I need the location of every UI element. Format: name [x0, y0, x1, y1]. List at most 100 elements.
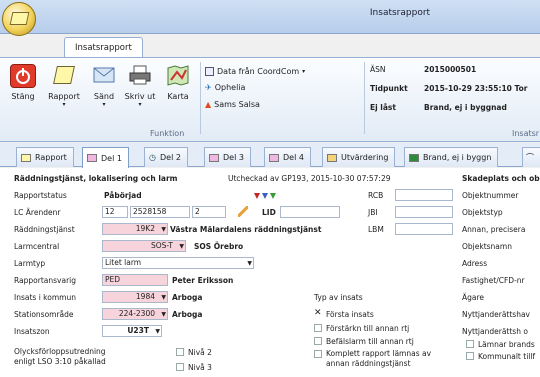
insats-kommun-select[interactable]: 1984 ▼: [102, 291, 168, 303]
table-icon: [205, 67, 214, 76]
map-button[interactable]: Karta: [162, 64, 194, 101]
tab-label: Utvärdering: [341, 153, 389, 162]
chevron-down-icon: ▼: [161, 294, 166, 301]
tab-del-3[interactable]: Del 3: [204, 147, 251, 167]
typ-option-3-checkbox[interactable]: [314, 337, 322, 345]
lbm-field[interactable]: [395, 223, 453, 235]
report-icon: [87, 154, 97, 162]
rcb-label: RCB: [368, 191, 384, 200]
right-checkbox-1-label: Lämnar brands: [478, 340, 535, 349]
info-lock-value: Brand, ej i byggnad: [424, 103, 507, 112]
tab-brand[interactable]: Brand, ej i byggn: [404, 147, 499, 167]
chevron-down-icon: ▾: [302, 68, 306, 75]
right-item: Objektnummer: [462, 191, 519, 200]
red-flag-icon: [254, 193, 260, 199]
rapportstatus-value: Påbörjad: [104, 191, 142, 200]
stationsomrade-select[interactable]: 224-2300 ▼: [102, 308, 168, 320]
application-menu-button[interactable]: [2, 2, 36, 36]
chevron-down-icon: ▼: [161, 226, 166, 233]
pencil-icon[interactable]: [238, 206, 248, 217]
rapportansvarig-label: Rapportansvarig: [14, 276, 76, 285]
insatszon-select[interactable]: U23T ▼: [102, 325, 162, 337]
select-value: Litet larm: [105, 258, 142, 267]
rcb-field[interactable]: [395, 189, 453, 201]
coordcom-button[interactable]: Data från CoordCom ▾: [205, 67, 305, 76]
tab-del-2[interactable]: ◷ Del 2: [144, 147, 188, 167]
coordcom-label: Data från CoordCom: [217, 67, 300, 76]
typ-option-2-checkbox[interactable]: [314, 324, 322, 332]
tab-overflow[interactable]: ⌒: [522, 147, 540, 167]
tab-del-1[interactable]: Del 1: [82, 147, 129, 168]
map-label: Karta: [167, 92, 189, 101]
print-button[interactable]: Skriv ut ▾: [124, 64, 156, 108]
chevron-down-icon: ▼: [155, 328, 160, 335]
checkout-info: Utcheckad av GP193, 2015-10-30 07:57:29: [228, 174, 391, 183]
tab-label: Del 2: [159, 153, 181, 162]
right-checkbox-1[interactable]: [466, 340, 474, 348]
lid-field[interactable]: [280, 206, 340, 218]
select-value: 1984: [135, 292, 155, 301]
map-icon: [165, 64, 191, 88]
chevron-down-icon: ▾: [62, 101, 66, 108]
tab-label: Del 3: [223, 153, 244, 162]
lc-arende-field-1[interactable]: 12: [102, 206, 128, 218]
tab-label: Del 4: [283, 153, 304, 162]
report-icon: [409, 153, 419, 162]
right-item: Nyttjanderättsh o: [462, 327, 528, 336]
send-label: Sänd: [93, 92, 115, 101]
salsa-button[interactable]: ▲ Sams Salsa: [205, 100, 260, 109]
chevron-down-icon: ▼: [247, 260, 252, 267]
checked-icon[interactable]: ✕: [314, 308, 322, 318]
right-item: Adress: [462, 259, 488, 268]
insats-kommun-label: Insats i kommun: [14, 293, 76, 302]
report-icon: [21, 153, 31, 162]
report-icon: [269, 153, 279, 162]
larmtyp-select[interactable]: Litet larm ▼: [102, 257, 254, 269]
tab-label: Del 1: [101, 153, 122, 163]
typ-option-4-checkbox[interactable]: [314, 350, 322, 358]
tab-utvardering[interactable]: Utvärdering: [322, 147, 396, 167]
niva-2-checkbox[interactable]: [176, 348, 184, 356]
lc-arende-label: LC Ärendenr: [14, 208, 61, 217]
insatszon-label: Insatszon: [14, 327, 50, 336]
insats-kommun-name: Arboga: [172, 293, 203, 302]
niva-3-label: Nivå 3: [188, 363, 212, 372]
clock-icon: ◷: [149, 153, 156, 162]
tab-del-4[interactable]: Del 4: [264, 147, 311, 167]
lc-arende-field-3[interactable]: 2: [192, 206, 226, 218]
ophelia-button[interactable]: ✈ Ophelia: [205, 83, 245, 92]
rapportansvarig-field[interactable]: PED: [102, 274, 168, 286]
report-icon: [327, 153, 337, 162]
report-form: Räddningstjänst, lokalisering och larm U…: [0, 168, 540, 377]
ribbon: Stäng Rapport ▾ Sänd ▾ Skriv ut ▾ Karta …: [0, 57, 540, 142]
typ-option-4: Komplett rapport lämnas av annan räddnin…: [326, 349, 432, 368]
right-checkbox-2[interactable]: [466, 352, 474, 360]
close-button[interactable]: Stäng: [6, 64, 40, 101]
typ-option-3: Befälslarm till annan rtj: [326, 337, 414, 346]
chevron-down-icon: ▼: [161, 311, 166, 318]
group-label-funktion: Funktion: [150, 129, 185, 138]
report-button[interactable]: Rapport ▾: [44, 64, 84, 108]
typ-option-1: Första insats: [326, 310, 374, 319]
raddningstjanst-select[interactable]: 19K2 ▼: [102, 223, 168, 235]
niva-2-label: Nivå 2: [188, 348, 212, 357]
printer-icon: [127, 64, 153, 88]
send-button[interactable]: Sänd ▾: [88, 64, 120, 108]
jbi-field[interactable]: [395, 206, 453, 218]
info-lock-label: Ej låst: [370, 103, 396, 112]
lc-arende-field-2[interactable]: 2528158: [130, 206, 190, 218]
niva-3-checkbox[interactable]: [176, 363, 184, 371]
chevron-down-icon: ▼: [179, 243, 184, 250]
larmcentral-select[interactable]: SOS-T ▼: [102, 240, 186, 252]
section-heading: Räddningstjänst, lokalisering och larm: [14, 174, 178, 183]
group-label-insatsrapport: Insatsr: [512, 129, 540, 138]
chevron-down-icon: ▾: [138, 101, 142, 108]
divider: [200, 62, 201, 134]
raddningstjanst-name: Västra Mälardalens räddningstjänst: [170, 225, 322, 234]
lid-label: LID: [262, 208, 276, 217]
typ-av-insats-title: Typ av insats: [314, 293, 363, 302]
select-value: U23T: [127, 326, 149, 335]
ribbon-tab-insatsrapport[interactable]: Insatsrapport: [64, 37, 143, 57]
tab-rapport[interactable]: Rapport: [16, 147, 74, 167]
report-icon: [209, 153, 219, 162]
